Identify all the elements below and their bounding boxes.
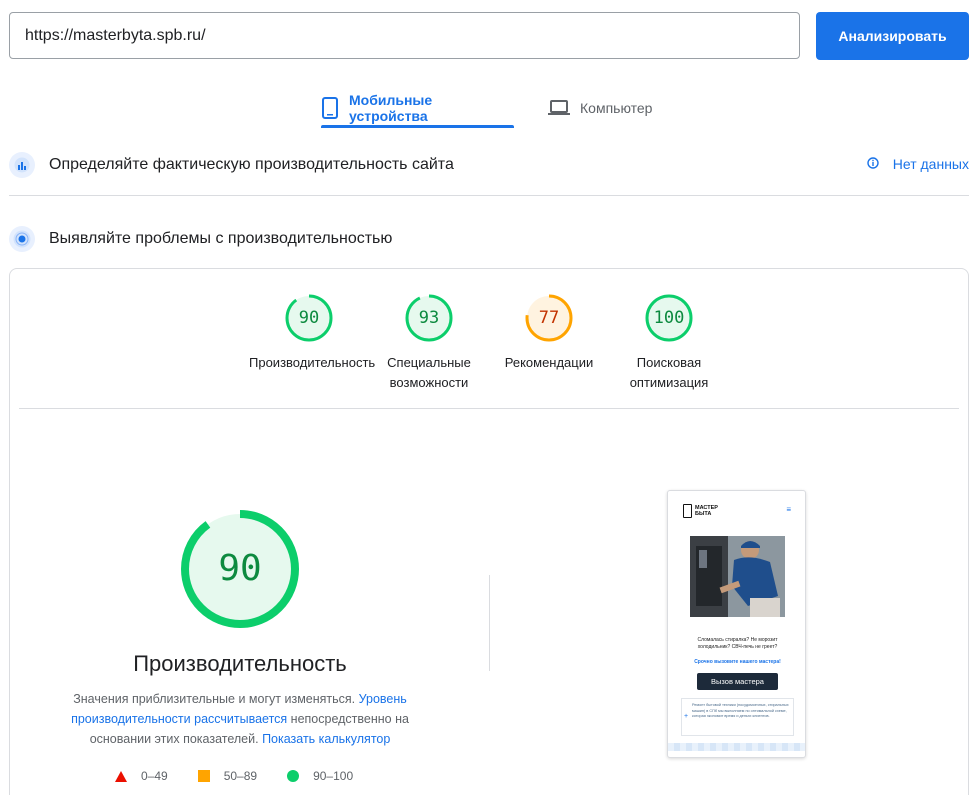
- score-label: Производительность: [249, 355, 376, 370]
- site-logo: МАСТЕР БЫТА: [683, 504, 718, 518]
- site-button: Вызов мастера: [697, 673, 778, 690]
- tab-mobile-label: Мобильные устройства: [349, 92, 433, 124]
- field-data-section: Определяйте фактическую производительнос…: [9, 152, 969, 178]
- score-label: Специальные возможности: [387, 355, 471, 390]
- score-value: 90: [298, 308, 320, 328]
- score-gauge: 93: [404, 293, 454, 343]
- score-seo[interactable]: 100 Поисковая оптимизация: [609, 293, 729, 393]
- lighthouse-icon: [9, 226, 35, 252]
- score-label: Рекомендации: [504, 355, 594, 370]
- score-legend: 0–49 50–89 90–100: [115, 769, 353, 783]
- legend-item-fail: 0–49: [115, 769, 168, 783]
- site-footer-pattern: [668, 743, 805, 751]
- active-tab-indicator: [321, 125, 514, 128]
- tab-desktop-label: Компьютер: [580, 100, 653, 116]
- desc-text-1: Значения приблизительные и могут изменят…: [73, 692, 359, 706]
- performance-score: 90: [218, 548, 262, 589]
- site-box-text: Ремонт бытовой техники (посудомоечных, с…: [692, 703, 789, 718]
- lab-data-title: Выявляйте проблемы с производительностью: [49, 230, 393, 247]
- report-card: 90 Производительность 93 Специальные воз…: [9, 268, 969, 795]
- site-info-box: + Ремонт бытовой техники (посудомоечных,…: [681, 698, 794, 736]
- site-link: Срочно вызовите нашего мастера!: [694, 659, 781, 665]
- legend-range: 0–49: [141, 769, 168, 783]
- hamburger-menu-icon: ≡: [786, 505, 791, 514]
- score-best-practices[interactable]: 77 Рекомендации: [489, 293, 609, 373]
- performance-title: Производительность: [133, 651, 347, 676]
- users-chart-icon: [9, 152, 35, 178]
- score-gauge: 100: [644, 293, 694, 343]
- logo-icon: [683, 504, 692, 518]
- site-text: Сломалась стиралка? Не морозит холодильн…: [697, 637, 778, 650]
- legend-item-pass: 90–100: [287, 769, 353, 783]
- logo-line-2: БЫТА: [695, 511, 712, 517]
- smartphone-icon: [321, 97, 339, 119]
- tab-desktop[interactable]: Компьютер: [548, 88, 678, 128]
- legend-item-average: 50–89: [197, 769, 258, 783]
- analyze-button[interactable]: Анализировать: [816, 12, 969, 60]
- score-label: Поисковая оптимизация: [629, 355, 709, 390]
- score-value: 77: [538, 308, 560, 328]
- triangle-icon: [115, 770, 127, 782]
- square-icon: [197, 770, 210, 782]
- legend-range: 50–89: [223, 769, 258, 783]
- no-data-label: Нет данных: [892, 156, 969, 172]
- field-data-title: Определяйте фактическую производительнос…: [49, 156, 454, 173]
- laptop-icon: [548, 99, 570, 117]
- score-gauge: 90: [284, 293, 334, 343]
- performance-description: Значения приблизительные и могут изменят…: [60, 689, 420, 749]
- no-data-link[interactable]: Нет данных: [867, 156, 969, 172]
- legend-range: 90–100: [313, 769, 354, 783]
- score-value: 100: [653, 308, 685, 328]
- vertical-divider: [489, 575, 490, 671]
- score-performance[interactable]: 90 Производительность: [249, 293, 376, 373]
- plus-icon: +: [684, 713, 689, 720]
- technician-photo: [690, 536, 785, 617]
- info-icon: [867, 156, 879, 172]
- url-input[interactable]: [9, 12, 800, 59]
- show-calculator-link[interactable]: Показать калькулятор: [262, 732, 390, 746]
- performance-gauge-large: 90: [180, 509, 300, 629]
- card-divider: [19, 408, 959, 409]
- score-accessibility[interactable]: 93 Специальные возможности: [369, 293, 489, 393]
- score-value: 93: [418, 308, 440, 328]
- score-gauge: 77: [524, 293, 574, 343]
- section-divider: [9, 195, 969, 196]
- lab-data-section: Выявляйте проблемы с производительностью: [9, 226, 969, 252]
- circle-icon: [287, 770, 300, 782]
- tab-mobile[interactable]: Мобильные устройства: [321, 88, 514, 128]
- page-screenshot: МАСТЕР БЫТА ≡ Сломалась стиралка? Не моро…: [667, 490, 806, 758]
